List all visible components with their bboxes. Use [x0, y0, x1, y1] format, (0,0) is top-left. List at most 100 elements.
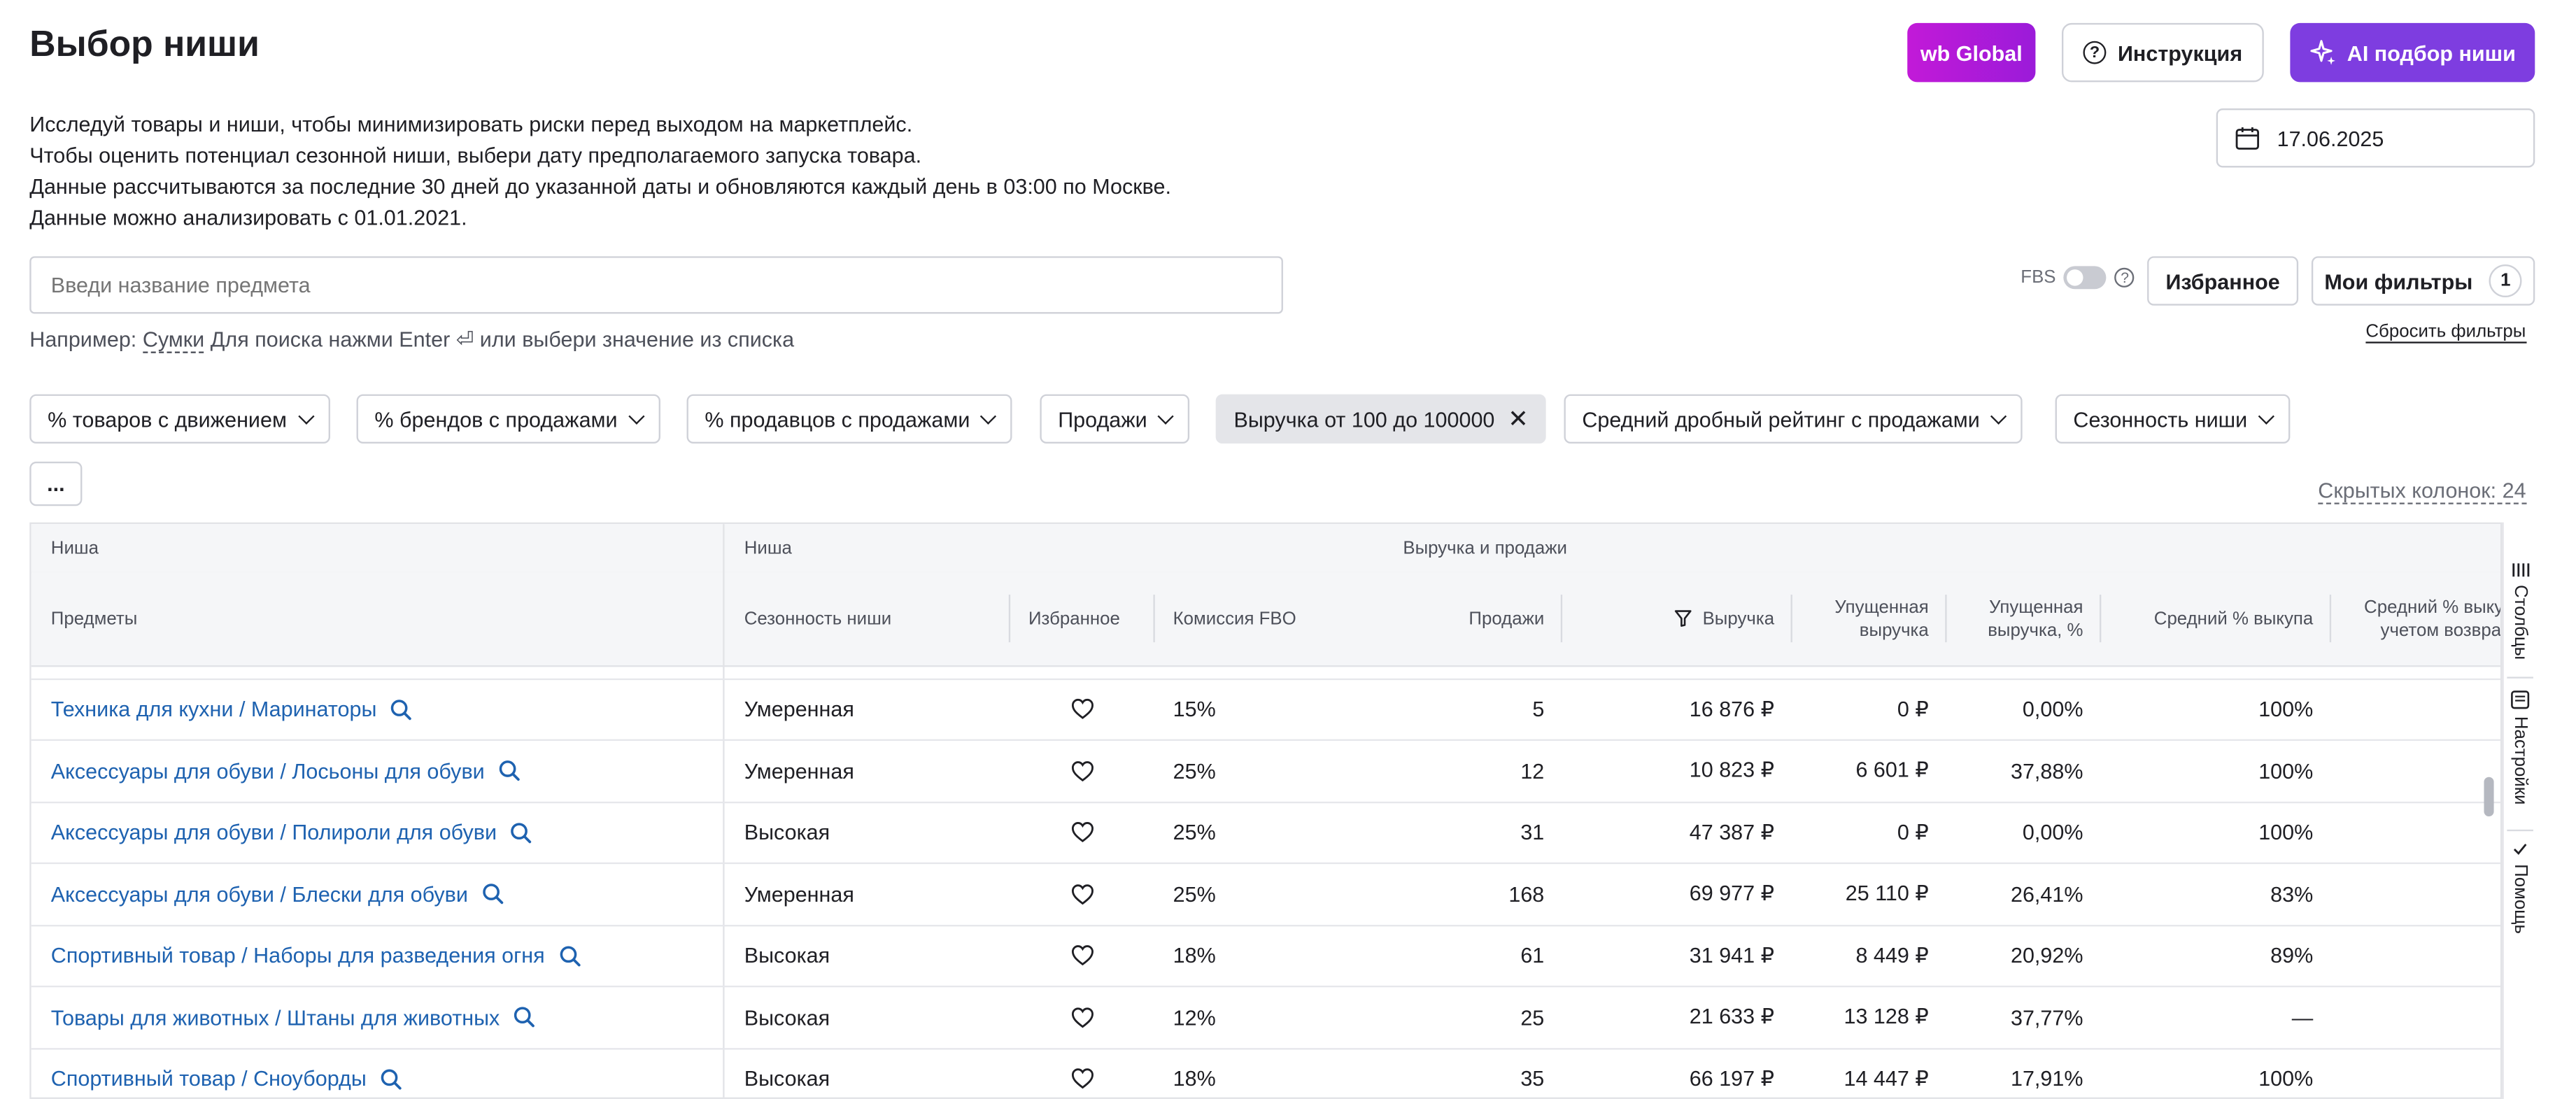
subject-link[interactable]: Аксессуары для обуви / Полироли для обув… [51, 820, 497, 844]
table-row[interactable]: Аксессуары для обуви / Блески для обуви У… [31, 863, 2500, 926]
side-settings-tab[interactable]: Настройки [2504, 690, 2537, 804]
wb-global-button[interactable]: wb Global [1907, 22, 2036, 83]
subject-link[interactable]: Спортивный товар / Сноуборды [51, 1066, 367, 1091]
hidden-columns-link[interactable]: Скрытых колонок: 24 [2318, 478, 2526, 504]
column-revenue[interactable]: Выручка [1576, 572, 1774, 665]
cell-favorite[interactable] [1071, 863, 1094, 924]
filter-chip-brands-sales[interactable]: % брендов с продажами [356, 394, 660, 444]
check-icon [2513, 844, 2527, 855]
cell-subject[interactable]: Аксессуары для обуви / Блески для обуви [51, 863, 504, 924]
ai-niche-button[interactable]: AI подбор ниши [2290, 22, 2535, 83]
cell-subject[interactable]: Спортивный товар / Наборы для разведения… [51, 925, 581, 986]
intro-text: Исследуй товары и ниши, чтобы минимизиро… [29, 108, 1171, 233]
heart-icon[interactable] [1071, 821, 1094, 843]
more-filters-button[interactable]: ... [29, 461, 83, 506]
column-lost-revenue-pct[interactable]: Упущенная выручка, % [1962, 572, 2083, 665]
subject-link[interactable]: Аксессуары для обуви / Лосьоны для обуви [51, 758, 485, 783]
column-seasonality[interactable]: Сезонность ниши [744, 572, 1007, 665]
chevron-down-icon [297, 407, 314, 424]
cell-favorite[interactable] [1071, 802, 1094, 863]
table-row[interactable]: Техника для кухни / Маринаторы Умеренная 1… [31, 679, 2500, 742]
my-filters-button[interactable]: Мои фильтры 1 [2311, 256, 2535, 306]
column-buyout-ret-line2: учетом возврата [2380, 620, 2501, 640]
subject-search-input[interactable] [29, 256, 1283, 314]
fbs-toggle[interactable] [2064, 266, 2107, 290]
subject-link[interactable]: Техника для кухни / Маринаторы [51, 697, 377, 721]
cell-avg-buyout: 89% [2270, 942, 2314, 968]
table-row[interactable]: Аксессуары для обуви / Лосьоны для обуви… [31, 740, 2500, 803]
close-icon[interactable]: ✕ [1508, 406, 1529, 431]
favorites-label: Избранное [2165, 268, 2280, 294]
filter-chip-revenue[interactable]: Выручка от 100 до 100000 ✕ [1215, 394, 1547, 444]
filter-chip-sales[interactable]: Продажи [1040, 394, 1190, 444]
cell-favorite[interactable] [1071, 740, 1094, 801]
search-icon[interactable] [558, 944, 581, 967]
cell-favorite[interactable] [1071, 925, 1094, 986]
column-favorite[interactable]: Избранное [1028, 572, 1160, 665]
heart-icon[interactable] [1071, 760, 1094, 781]
column-avg-buyout-returns[interactable]: Средний % выкупа с учетом возврата [2364, 572, 2501, 665]
filter-chip-rating[interactable]: Средний дробный рейтинг с продажами [1564, 394, 2023, 444]
table-scrollbar[interactable] [2481, 665, 2497, 1099]
question-icon[interactable]: ? [2115, 267, 2135, 288]
search-icon[interactable] [510, 821, 533, 844]
search-icon[interactable] [481, 882, 504, 905]
heart-icon[interactable] [1071, 944, 1094, 966]
subject-link[interactable]: Аксессуары для обуви / Блески для обуви [51, 881, 468, 906]
subject-link[interactable]: Спортивный товар / Наборы для разведения… [51, 943, 545, 967]
column-lost-revenue[interactable]: Упущенная выручка [1806, 572, 1929, 665]
cell-revenue: 47 387 ₽ [1689, 818, 1775, 844]
column-revenue-label: Выручка [1702, 609, 1775, 629]
cell-lost-revenue: 6 601 ₽ [1855, 757, 1929, 782]
cell-favorite[interactable] [1071, 986, 1094, 1047]
date-picker[interactable]: 17.06.2025 [2216, 108, 2535, 168]
cell-subject[interactable]: Техника для кухни / Маринаторы [51, 679, 413, 739]
wb-global-label: wb Global [1920, 40, 2023, 65]
cell-subject[interactable]: Аксессуары для обуви / Полироли для обув… [51, 802, 533, 863]
search-icon[interactable] [390, 697, 413, 721]
cell-seasonality: Высокая [744, 942, 830, 968]
heart-icon[interactable] [1071, 1006, 1094, 1028]
cell-favorite[interactable] [1071, 1048, 1094, 1097]
sparkle-icon [2309, 40, 2335, 65]
table-row[interactable]: Аксессуары для обуви / Полироли для обув… [31, 802, 2500, 865]
cell-commission: 12% [1173, 1004, 1216, 1030]
cell-subject[interactable]: Спортивный товар / Сноуборды [51, 1048, 403, 1097]
column-avg-buyout[interactable]: Средний % выкупа [2118, 572, 2313, 665]
chevron-down-icon [2258, 407, 2274, 424]
cell-subject[interactable]: Товары для животных / Штаны для животных [51, 986, 536, 1047]
search-icon[interactable] [498, 759, 521, 782]
table-row[interactable]: Товары для животных / Штаны для животных… [31, 986, 2500, 1049]
filter-chip-seasonality[interactable]: Сезонность ниши [2055, 394, 2291, 444]
cell-revenue: 66 197 ₽ [1689, 1065, 1775, 1091]
table-row[interactable]: Спортивный товар / Сноуборды Высокая 18% 35… [31, 1048, 2500, 1097]
filter-chip-sellers-sales[interactable]: % продавцов с продажами [686, 394, 1013, 444]
table-row[interactable]: Спортивный товар / Наборы для разведения… [31, 925, 2500, 988]
cell-favorite[interactable] [1071, 679, 1094, 739]
side-help-tab[interactable]: Помощь [2504, 841, 2537, 934]
column-lost-revenue-line1: Упущенная [1834, 597, 1929, 617]
subject-link[interactable]: Товары для животных / Штаны для животных [51, 1005, 500, 1029]
instruction-button[interactable]: ? Инструкция [2061, 22, 2264, 83]
filter-chip-goods-movement[interactable]: % товаров с движением [29, 394, 330, 444]
side-columns-tab[interactable]: Столбцы [2504, 562, 2537, 660]
scrollbar-thumb[interactable] [2484, 777, 2494, 817]
niche-selection-page: Выбор ниши Исследуй товары и ниши, чтобы… [0, 0, 2576, 1099]
reset-filters-link[interactable]: Сбросить фильтры [2365, 322, 2526, 343]
fbs-toggle-group: FBS ? [2021, 266, 2135, 290]
calendar-icon [2235, 127, 2260, 150]
cell-subject[interactable]: Аксессуары для обуви / Лосьоны для обуви [51, 740, 521, 801]
favorites-button[interactable]: Избранное [2147, 256, 2299, 306]
intro-line: Данные можно анализировать с 01.01.2021. [29, 205, 467, 230]
side-settings-label: Настройки [2510, 716, 2531, 805]
heart-icon[interactable] [1071, 1068, 1094, 1089]
column-sales[interactable]: Продажи [1403, 572, 1544, 665]
side-help-label: Помощь [2510, 864, 2531, 934]
column-commission-fbo[interactable]: Комиссия FBO [1173, 572, 1371, 665]
column-subjects[interactable]: Предметы [51, 572, 708, 665]
heart-icon[interactable] [1071, 698, 1094, 720]
search-icon[interactable] [380, 1067, 403, 1090]
heart-icon[interactable] [1071, 883, 1094, 905]
hint-example-link[interactable]: Сумки [143, 327, 204, 353]
search-icon[interactable] [513, 1005, 536, 1028]
